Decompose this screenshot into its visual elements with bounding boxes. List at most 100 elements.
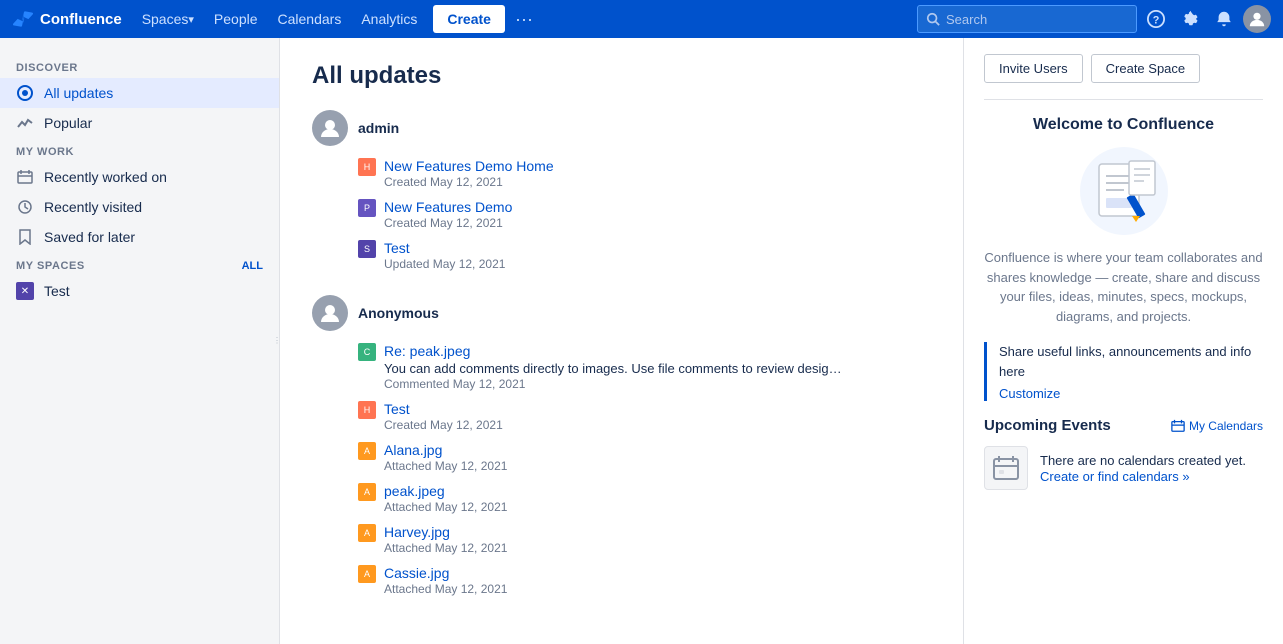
- people-nav-link[interactable]: People: [206, 0, 266, 38]
- sidebar-item-recently-worked-on[interactable]: Recently worked on: [0, 162, 279, 192]
- feed-item-title-1-3[interactable]: peak.jpeg: [384, 483, 507, 499]
- upcoming-events-text: There are no calendars created yet. Crea…: [1040, 453, 1246, 484]
- feed-item-comment-1-0: You can add comments directly to images.…: [384, 361, 842, 376]
- feed-item-meta-1-1: Created May 12, 2021: [384, 418, 503, 432]
- invite-users-button[interactable]: Invite Users: [984, 54, 1083, 83]
- feed-item-title-1-5[interactable]: Cassie.jpg: [384, 565, 507, 581]
- upcoming-events-empty: There are no calendars created yet. Crea…: [984, 446, 1263, 490]
- test-space-icon: ✕: [16, 282, 34, 300]
- feed-group-admin: admin H New Features Demo Home Created M…: [312, 110, 931, 271]
- sidebar-item-saved-for-later[interactable]: Saved for later: [0, 222, 279, 252]
- saved-for-later-icon: [16, 228, 34, 246]
- my-calendars-label: My Calendars: [1189, 419, 1263, 433]
- page-icon: P: [358, 199, 376, 217]
- top-navigation: Confluence Spaces People Calendars Analy…: [0, 0, 1283, 38]
- feed-anonymous-header: Anonymous: [312, 295, 931, 331]
- attach-icon-3: A: [358, 524, 376, 542]
- share-text: Share useful links, announcements and in…: [999, 342, 1263, 381]
- search-box[interactable]: [917, 5, 1137, 33]
- feed-item-meta-1-4: Attached May 12, 2021: [384, 541, 507, 555]
- feed-item-0-1: P New Features Demo Created May 12, 2021: [358, 199, 931, 230]
- feed-item-title-1-1[interactable]: Test: [384, 401, 503, 417]
- all-updates-label: All updates: [44, 85, 113, 101]
- space-icon-feed: S: [358, 240, 376, 258]
- test-space-label: Test: [44, 283, 70, 299]
- feed-item-0-2: S Test Updated May 12, 2021: [358, 240, 931, 271]
- more-nav-button[interactable]: ···: [509, 5, 539, 33]
- my-spaces-section-row: MY SPACES ALL: [0, 252, 279, 276]
- all-updates-icon: [16, 84, 34, 102]
- search-input[interactable]: [946, 12, 1106, 27]
- user-avatar[interactable]: [1243, 5, 1271, 33]
- recently-visited-icon: [16, 198, 34, 216]
- feed-item-1-2: A Alana.jpg Attached May 12, 2021: [358, 442, 931, 473]
- feed-item-title-0-0[interactable]: New Features Demo Home: [384, 158, 554, 174]
- upcoming-events-header: Upcoming Events My Calendars: [984, 417, 1263, 434]
- search-icon: [926, 12, 940, 26]
- feed-item-1-3: A peak.jpeg Attached May 12, 2021: [358, 483, 931, 514]
- welcome-title: Welcome to Confluence: [984, 116, 1263, 134]
- welcome-illustration: [1074, 146, 1174, 236]
- create-space-button[interactable]: Create Space: [1091, 54, 1201, 83]
- anonymous-avatar: [312, 295, 348, 331]
- admin-feed-items: H New Features Demo Home Created May 12,…: [312, 158, 931, 271]
- my-calendars-link[interactable]: My Calendars: [1171, 419, 1263, 433]
- spaces-nav-link[interactable]: Spaces: [134, 0, 202, 38]
- anonymous-username: Anonymous: [358, 305, 439, 321]
- feed-item-title-1-2[interactable]: Alana.jpg: [384, 442, 507, 458]
- admin-avatar: [312, 110, 348, 146]
- welcome-section: Welcome to Confluence: [984, 116, 1263, 326]
- feed-item-title-1-0[interactable]: Re: peak.jpeg: [384, 343, 842, 359]
- svg-text:?: ?: [1153, 15, 1160, 27]
- page-layout: DISCOVER All updates Popular MY WORK Rec…: [0, 38, 1283, 644]
- feed-item-meta-1-0: Commented May 12, 2021: [384, 377, 842, 391]
- feed-item-1-5: A Cassie.jpg Attached May 12, 2021: [358, 565, 931, 596]
- test-page-icon: H: [358, 401, 376, 419]
- confluence-logo[interactable]: Confluence: [12, 8, 122, 30]
- comment-icon: C: [358, 343, 376, 361]
- attach-icon-1: A: [358, 442, 376, 460]
- feed-item-0-0: H New Features Demo Home Created May 12,…: [358, 158, 931, 189]
- all-spaces-link[interactable]: ALL: [242, 260, 263, 272]
- upcoming-events-title: Upcoming Events: [984, 417, 1111, 434]
- recently-worked-icon: [16, 168, 34, 186]
- create-calendars-link[interactable]: Create or find calendars »: [1040, 469, 1190, 484]
- right-panel: Invite Users Create Space Welcome to Con…: [963, 38, 1283, 644]
- calendar-placeholder-icon: [984, 446, 1028, 490]
- feed-item-1-1: H Test Created May 12, 2021: [358, 401, 931, 432]
- main-content: All updates admin H New Features Demo Ho…: [280, 38, 963, 644]
- customize-link[interactable]: Customize: [999, 386, 1060, 401]
- welcome-text: Confluence is where your team collaborat…: [984, 248, 1263, 326]
- topnav-right: ?: [917, 4, 1271, 34]
- popular-label: Popular: [44, 115, 92, 131]
- feed-item-title-1-4[interactable]: Harvey.jpg: [384, 524, 507, 540]
- sidebar-item-popular[interactable]: Popular: [0, 108, 279, 138]
- right-panel-actions: Invite Users Create Space: [984, 54, 1263, 83]
- create-button[interactable]: Create: [433, 5, 505, 33]
- discover-section-label: DISCOVER: [0, 54, 279, 78]
- analytics-nav-link[interactable]: Analytics: [353, 0, 425, 38]
- sidebar-item-all-updates[interactable]: All updates: [0, 78, 279, 108]
- feed-item-title-0-1[interactable]: New Features Demo: [384, 199, 512, 215]
- settings-button[interactable]: [1175, 4, 1205, 34]
- recently-worked-label: Recently worked on: [44, 169, 167, 185]
- sidebar-item-test-space[interactable]: ✕ Test: [0, 276, 279, 306]
- saved-for-later-label: Saved for later: [44, 229, 135, 245]
- calendar-small-icon: [1171, 419, 1185, 433]
- feed-item-title-0-2[interactable]: Test: [384, 240, 505, 256]
- attach-icon-2: A: [358, 483, 376, 501]
- recently-visited-label: Recently visited: [44, 199, 142, 215]
- sidebar-item-recently-visited[interactable]: Recently visited: [0, 192, 279, 222]
- sidebar: DISCOVER All updates Popular MY WORK Rec…: [0, 38, 280, 644]
- home-page-icon: H: [358, 158, 376, 176]
- admin-username: admin: [358, 120, 399, 136]
- notifications-button[interactable]: [1209, 4, 1239, 34]
- no-calendars-text: There are no calendars created yet.: [1040, 453, 1246, 468]
- help-button[interactable]: ?: [1141, 4, 1171, 34]
- sidebar-resizer[interactable]: ⋮: [275, 38, 279, 644]
- calendars-nav-link[interactable]: Calendars: [270, 0, 350, 38]
- share-section: Share useful links, announcements and in…: [984, 342, 1263, 401]
- feed-item-meta-1-3: Attached May 12, 2021: [384, 500, 507, 514]
- anonymous-feed-items: C Re: peak.jpeg You can add comments dir…: [312, 343, 931, 596]
- feed-item-1-0: C Re: peak.jpeg You can add comments dir…: [358, 343, 931, 391]
